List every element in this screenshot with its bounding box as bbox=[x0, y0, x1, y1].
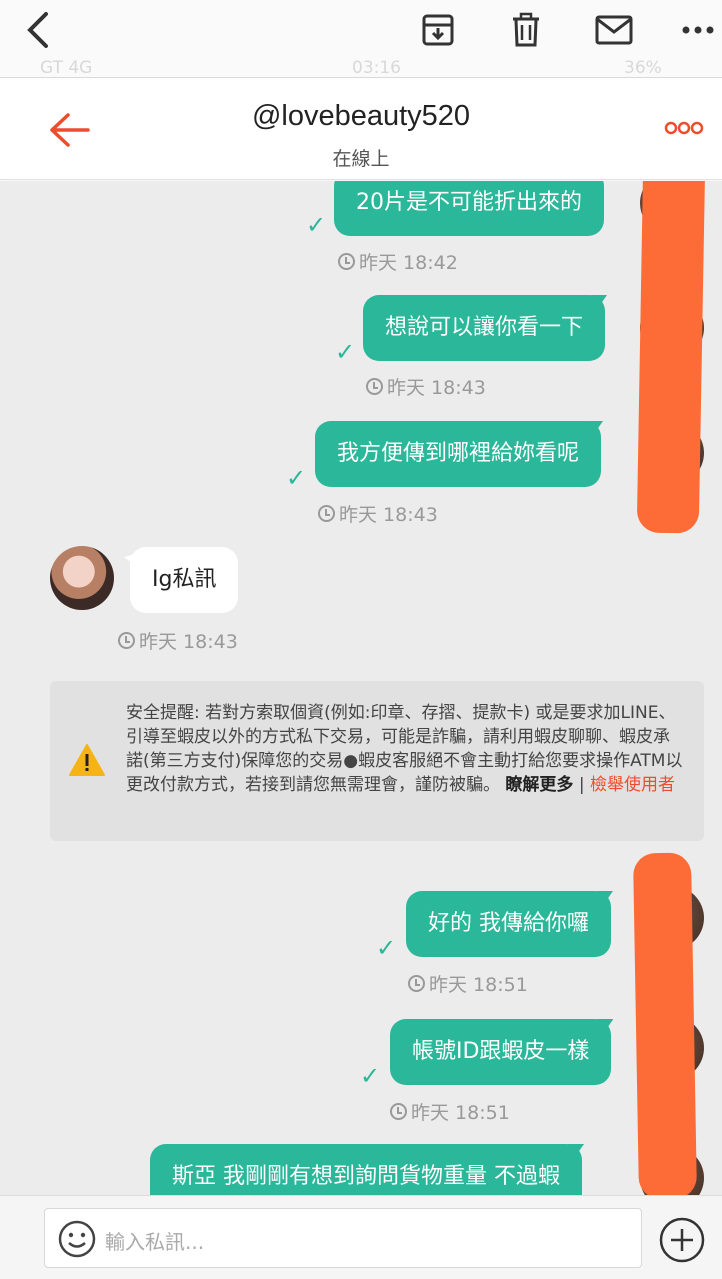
bubble-tail bbox=[124, 553, 138, 567]
ghost-status-bar: GT 4G 03:16 36% bbox=[0, 58, 722, 80]
message-bubble-outgoing[interactable]: 我方便傳到哪裡給妳看呢 bbox=[315, 421, 604, 487]
more-options-icon[interactable] bbox=[664, 120, 704, 139]
message-timestamp: 昨天 18:43 bbox=[118, 627, 238, 654]
timestamp-text: 昨天 18:43 bbox=[387, 377, 486, 399]
clock-icon bbox=[408, 975, 425, 992]
timestamp-text: 昨天 18:42 bbox=[359, 252, 458, 274]
chat-area[interactable]: 20片是不可能折出來的 ✓ 昨天 18:42 想說可以讓你看一下 ✓ 昨天 18… bbox=[0, 181, 722, 1195]
message-bubble-incoming[interactable]: Ig私訊 bbox=[124, 547, 239, 613]
timestamp-text: 昨天 18:43 bbox=[339, 504, 438, 526]
outer-toolbar: GT 4G 03:16 36% bbox=[0, 0, 722, 78]
redaction-mark bbox=[632, 852, 698, 1195]
warning-icon bbox=[68, 743, 106, 781]
message-bubble-outgoing[interactable]: 好的 我傳給你囉 bbox=[406, 891, 613, 957]
timestamp-text: 昨天 18:51 bbox=[411, 1102, 510, 1124]
clock-icon bbox=[338, 253, 355, 270]
emoji-icon[interactable] bbox=[57, 1219, 97, 1263]
add-attachment-icon[interactable] bbox=[658, 1216, 706, 1268]
message-bubble-outgoing[interactable]: 想說可以讓你看一下 bbox=[363, 295, 608, 361]
read-check-icon: ✓ bbox=[286, 464, 307, 492]
clock-icon bbox=[118, 632, 135, 649]
bubble-tail bbox=[568, 1144, 584, 1160]
read-check-icon: ✓ bbox=[306, 211, 327, 239]
ghost-carrier: GT 4G bbox=[40, 58, 93, 78]
message-text: 帳號ID跟蝦皮一樣 bbox=[412, 1039, 590, 1064]
link-separator: | bbox=[578, 775, 585, 795]
message-input-bar: 輸入私訊... bbox=[0, 1195, 722, 1279]
message-text: Ig私訊 bbox=[152, 567, 217, 592]
message-text: 想說可以讓你看一下 bbox=[385, 315, 584, 340]
clock-icon bbox=[366, 378, 383, 395]
safety-notice-text: 安全提醒: 若對方索取個資(例如:印章、存摺、提款卡) 或是要求加LINE、引導… bbox=[126, 701, 686, 797]
ghost-time: 03:16 bbox=[352, 58, 401, 78]
online-status: 在線上 bbox=[332, 148, 390, 170]
message-input-placeholder: 輸入私訊... bbox=[105, 1230, 205, 1254]
archive-icon[interactable] bbox=[416, 8, 460, 52]
contact-avatar[interactable] bbox=[50, 546, 114, 610]
more-horizontal-icon[interactable] bbox=[676, 8, 720, 52]
trash-icon[interactable] bbox=[504, 8, 548, 52]
read-check-icon: ✓ bbox=[360, 1062, 381, 1090]
report-user-link[interactable]: 檢舉使用者 bbox=[590, 775, 675, 795]
message-timestamp: 昨天 18:51 bbox=[408, 970, 528, 997]
message-text: 我方便傳到哪裡給妳看呢 bbox=[337, 441, 580, 466]
message-timestamp: 昨天 18:43 bbox=[318, 500, 438, 527]
message-bubble-outgoing[interactable]: 帳號ID跟蝦皮一樣 bbox=[390, 1019, 614, 1085]
bubble-tail bbox=[597, 891, 613, 907]
timestamp-text: 昨天 18:51 bbox=[429, 974, 528, 996]
message-bubble-outgoing[interactable]: 20片是不可能折出來的 bbox=[334, 181, 606, 236]
message-timestamp: 昨天 18:51 bbox=[390, 1098, 510, 1125]
bubble-tail bbox=[587, 421, 604, 437]
chevron-left-icon[interactable] bbox=[16, 8, 60, 52]
timestamp-text: 昨天 18:43 bbox=[139, 631, 238, 653]
message-bubble-outgoing[interactable]: 斯亞 我剛剛有想到詢問貨物重量 不過蝦 bbox=[150, 1144, 584, 1195]
chat-header: @lovebeauty520 在線上 bbox=[0, 80, 722, 180]
redaction-mark bbox=[636, 181, 706, 534]
message-timestamp: 昨天 18:42 bbox=[338, 248, 458, 275]
message-input[interactable]: 輸入私訊... bbox=[44, 1208, 642, 1268]
bubble-tail bbox=[591, 295, 608, 311]
clock-icon bbox=[318, 505, 335, 522]
clock-icon bbox=[390, 1103, 407, 1120]
bubble-tail bbox=[590, 181, 606, 186]
message-text: 斯亞 我剛剛有想到詢問貨物重量 不過蝦 bbox=[172, 1164, 560, 1189]
ghost-battery: 36% bbox=[624, 58, 662, 78]
chat-title: @lovebeauty520 bbox=[251, 100, 471, 132]
safety-notice: 安全提醒: 若對方索取個資(例如:印章、存摺、提款卡) 或是要求加LINE、引導… bbox=[50, 681, 704, 841]
read-check-icon: ✓ bbox=[376, 934, 397, 962]
bubble-tail bbox=[597, 1019, 614, 1035]
message-text: 好的 我傳給你囉 bbox=[428, 911, 589, 936]
message-timestamp: 昨天 18:43 bbox=[366, 373, 486, 400]
learn-more-link[interactable]: 瞭解更多 bbox=[505, 775, 573, 795]
mail-icon[interactable] bbox=[592, 8, 636, 52]
read-check-icon: ✓ bbox=[335, 338, 356, 366]
message-text: 20片是不可能折出來的 bbox=[356, 190, 582, 215]
